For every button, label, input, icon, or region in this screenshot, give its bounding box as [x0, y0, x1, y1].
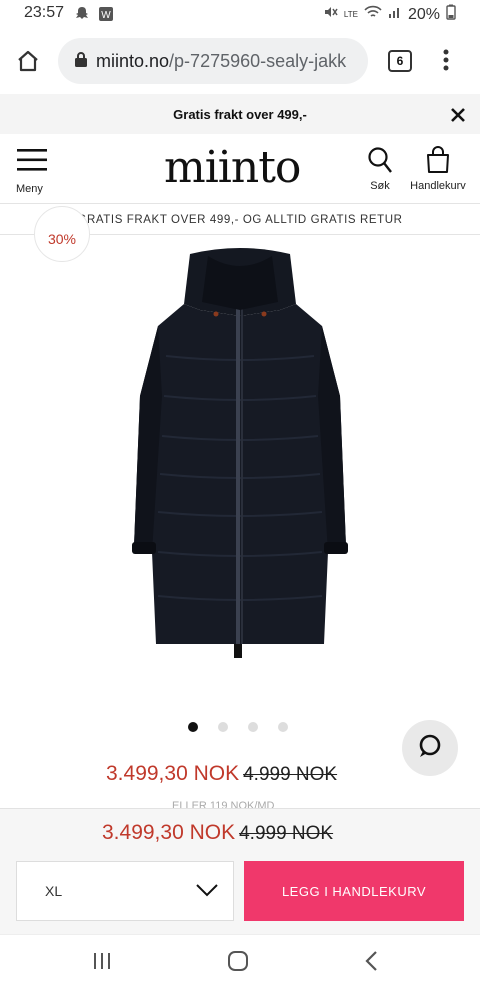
- sticky-price-original: 4.999 NOK: [239, 823, 334, 844]
- status-time: 23:57: [24, 4, 65, 21]
- size-value: XL: [45, 883, 63, 899]
- wifi-icon: [364, 4, 382, 25]
- address-bar[interactable]: miinto.no/p-7275960-sealy-jakk: [58, 38, 368, 84]
- add-to-cart-button[interactable]: LEGG I HANDLEKURV: [244, 861, 464, 921]
- status-bar: 23:57 W LTE 20%: [0, 0, 480, 28]
- battery-icon: [446, 4, 456, 25]
- signal-icon: [388, 5, 402, 24]
- network-label: LTE: [343, 9, 358, 19]
- cart-button[interactable]: Handlekurv: [406, 146, 470, 192]
- tab-switcher-button[interactable]: 6: [388, 50, 412, 72]
- site-logo[interactable]: miinto: [164, 142, 301, 193]
- carousel-dot[interactable]: [248, 722, 258, 732]
- menu-button[interactable]: Meny: [16, 148, 50, 195]
- site-header: Meny miinto Søk Handlekurv: [0, 134, 480, 204]
- mute-icon: [322, 4, 338, 25]
- product-price: 3.499,30 NOK 4.999 NOK: [106, 762, 337, 786]
- url-path: /p-7275960-sealy-jakk: [169, 50, 347, 71]
- back-icon[interactable]: [364, 950, 380, 977]
- search-button[interactable]: Søk: [366, 146, 394, 192]
- battery-text: 20%: [407, 5, 440, 23]
- search-icon: [367, 147, 393, 178]
- sticky-buy-bar: 3.499,30 NOK 4.999 NOK XL LEGG I HANDLEK…: [0, 808, 480, 934]
- carousel-dot[interactable]: [218, 722, 228, 732]
- lock-icon: [74, 51, 88, 72]
- price-original: 4.999 NOK: [243, 764, 338, 785]
- close-icon[interactable]: [450, 103, 466, 129]
- home-nav-icon[interactable]: [227, 950, 249, 977]
- chevron-down-icon: [195, 883, 219, 900]
- url-host: miinto.no: [96, 50, 170, 71]
- carousel-dot[interactable]: [278, 722, 288, 732]
- browser-toolbar: miinto.no/p-7275960-sealy-jakk 6: [0, 28, 480, 94]
- promo-bar: Gratis frakt over 499,-: [0, 94, 480, 134]
- shopping-bag-icon: [425, 146, 451, 178]
- hamburger-icon: [16, 149, 48, 176]
- size-select[interactable]: XL: [16, 861, 234, 921]
- sticky-price-current: 3.499,30 NOK: [102, 821, 236, 844]
- carousel-dot[interactable]: [188, 722, 198, 732]
- chat-icon: [417, 733, 443, 764]
- sticky-price: 3.499,30 NOK 4.999 NOK: [102, 821, 333, 845]
- installment-text: ELLER 119 NOK/MD: [172, 800, 275, 808]
- menu-label: Meny: [16, 183, 43, 195]
- app-notification-icon: W: [98, 6, 114, 27]
- svg-text:W: W: [101, 10, 111, 21]
- promo-text: Gratis frakt over 499,-: [173, 106, 307, 122]
- search-label: Søk: [370, 180, 390, 192]
- image-carousel-dots: [188, 722, 288, 732]
- cart-label: Handlekurv: [410, 180, 466, 192]
- discount-badge: 30%: [34, 206, 90, 262]
- product-image[interactable]: [130, 246, 350, 666]
- overflow-menu-icon[interactable]: [442, 48, 450, 77]
- snapchat-icon: [74, 6, 90, 27]
- recent-apps-icon[interactable]: [92, 951, 112, 976]
- android-nav-bar: [0, 934, 480, 987]
- price-current: 3.499,30 NOK: [106, 762, 240, 785]
- home-icon[interactable]: [16, 49, 40, 78]
- status-right-group: LTE 20%: [322, 4, 456, 25]
- chat-button[interactable]: [402, 720, 458, 776]
